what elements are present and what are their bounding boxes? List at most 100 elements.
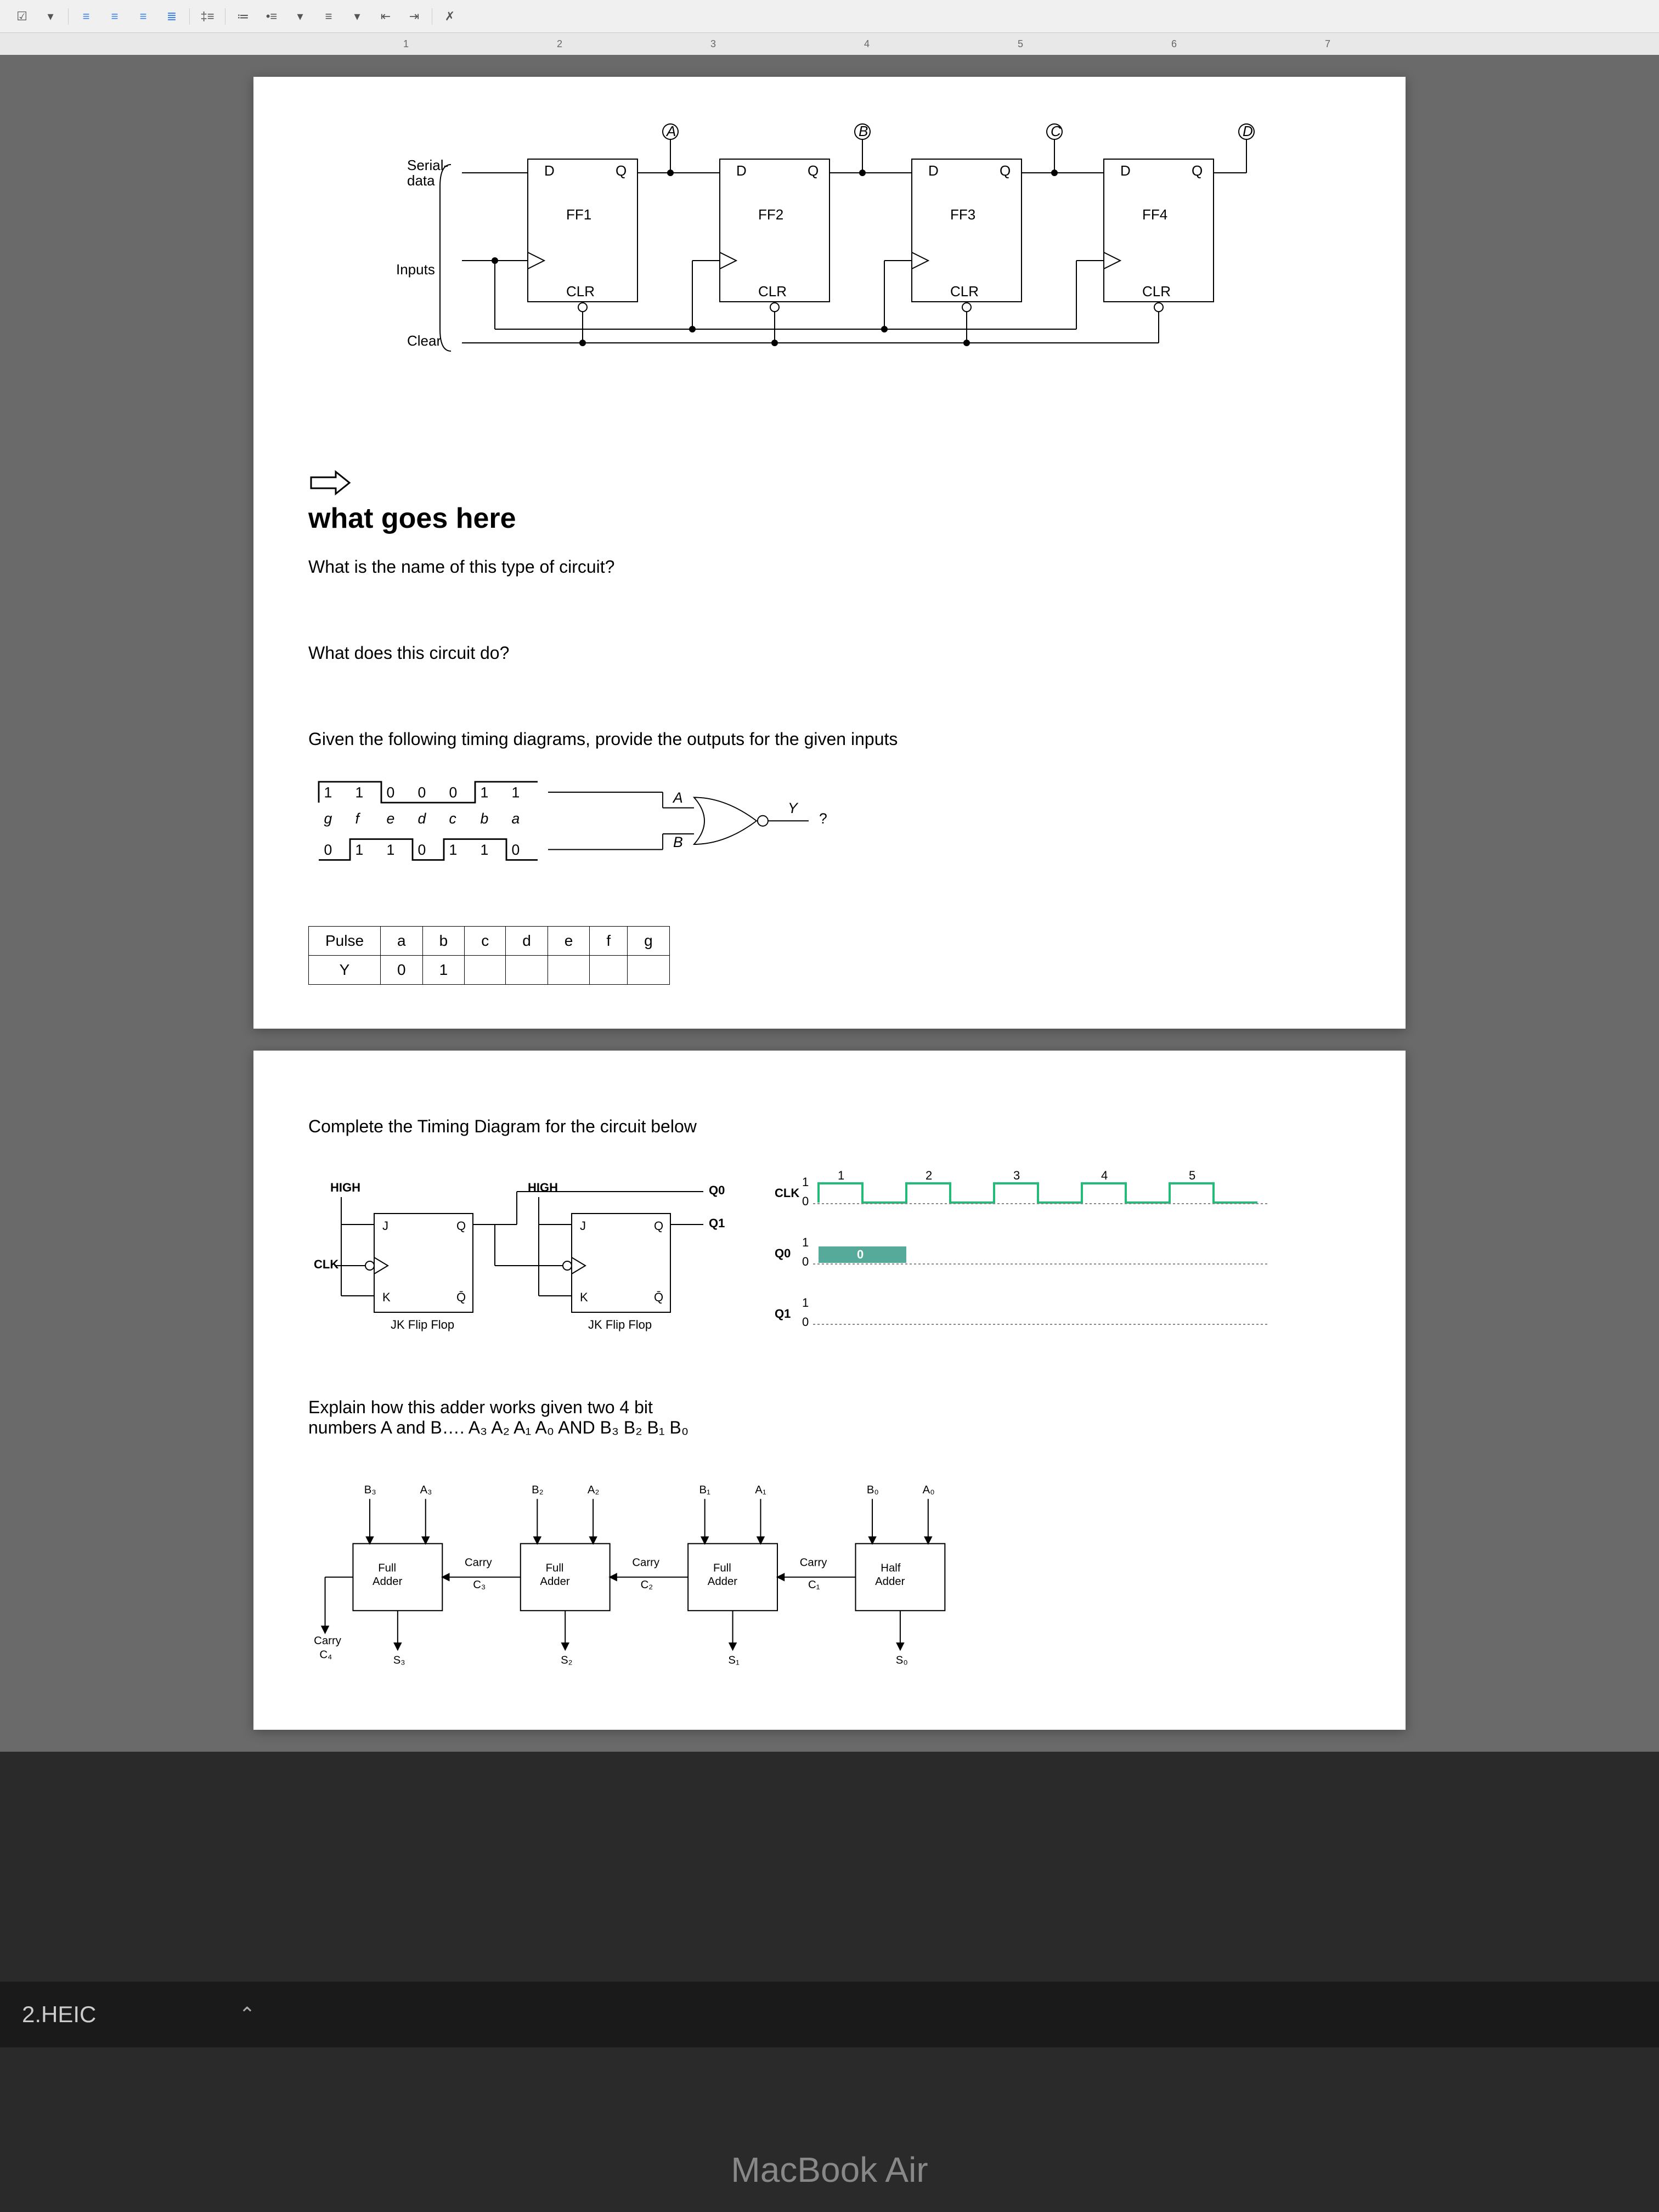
shift-register-diagram: Serial-data Inputs Clear D Q FF1 CLR — [308, 121, 1351, 450]
cell: Y — [309, 956, 381, 985]
timing-gate-diagram: 11 000 11 g f e d c b a 01 10 11 0 A — [308, 771, 1142, 907]
bullet-list-icon[interactable]: •≡ — [261, 5, 283, 27]
device-label: MacBook Air — [731, 2149, 928, 2190]
svg-text:Q0: Q0 — [709, 1183, 725, 1197]
cell: 0 — [381, 956, 423, 985]
svg-text:A₂: A₂ — [588, 1484, 599, 1496]
pulse-table: Pulse a b c d e f g Y 0 1 — [308, 926, 670, 985]
ff3-label: FF3 — [950, 206, 975, 223]
cell: 1 — [422, 956, 465, 985]
svg-text:Q̄: Q̄ — [456, 1290, 466, 1304]
list-icon[interactable]: ≡ — [318, 5, 340, 27]
svg-text:Q0: Q0 — [775, 1246, 791, 1260]
inputs-label: Inputs — [396, 261, 435, 278]
table-row: Pulse a b c d e f g — [309, 927, 670, 956]
dropdown-icon[interactable]: ▾ — [40, 5, 61, 27]
svg-text:D: D — [1243, 123, 1253, 139]
separator — [189, 8, 190, 25]
svg-text:Q1: Q1 — [775, 1307, 791, 1321]
svg-text:e: e — [387, 810, 395, 827]
svg-text:g: g — [324, 810, 332, 827]
svg-text:f: f — [356, 810, 361, 827]
align-center-icon[interactable]: ≡ — [104, 5, 126, 27]
cell — [548, 956, 590, 985]
svg-text:CLK: CLK — [775, 1186, 799, 1200]
question-3: Given the following timing diagrams, pro… — [308, 729, 1351, 749]
svg-text:A: A — [672, 789, 683, 806]
svg-text:CLK: CLK — [314, 1257, 338, 1271]
checklist-icon[interactable]: ☑ — [11, 5, 33, 27]
cell: Pulse — [309, 927, 381, 956]
indent-icon[interactable]: ⇥ — [403, 5, 425, 27]
table-row: Y 0 1 — [309, 956, 670, 985]
clear-label: Clear — [407, 332, 441, 349]
svg-text:A: A — [665, 123, 676, 139]
svg-text:0: 0 — [418, 785, 426, 801]
align-right-icon[interactable]: ≡ — [132, 5, 154, 27]
cell: c — [465, 927, 506, 956]
svg-text:1: 1 — [481, 842, 489, 858]
svg-text:C₂: C₂ — [641, 1579, 653, 1591]
line-spacing-icon[interactable]: ‡≡ — [196, 5, 218, 27]
cell: f — [590, 927, 628, 956]
svg-text:B₁: B₁ — [699, 1484, 711, 1496]
svg-text:a: a — [512, 810, 520, 827]
svg-text:D: D — [736, 162, 747, 179]
svg-text:0: 0 — [802, 1315, 809, 1329]
outdent-icon[interactable]: ⇤ — [375, 5, 397, 27]
svg-text:Q: Q — [1000, 162, 1011, 179]
svg-text:1: 1 — [838, 1169, 844, 1182]
align-left-icon[interactable]: ≡ — [75, 5, 97, 27]
question-5a: Explain how this adder works given two 4… — [308, 1397, 1351, 1418]
svg-text:0: 0 — [387, 785, 395, 801]
svg-text:Q: Q — [456, 1219, 466, 1233]
svg-text:Y: Y — [788, 800, 799, 816]
svg-text:S₁: S₁ — [728, 1655, 740, 1667]
cell: a — [381, 927, 423, 956]
file-bar: 2.HEIC ⌃ — [0, 1982, 1659, 2047]
question-2: What does this circuit do? — [308, 643, 1351, 663]
svg-text:D: D — [928, 162, 939, 179]
svg-text:1: 1 — [802, 1175, 809, 1189]
clear-format-icon[interactable]: ✗ — [439, 5, 461, 27]
svg-text:Q̄: Q̄ — [654, 1290, 663, 1304]
dropdown-icon[interactable]: ▾ — [346, 5, 368, 27]
svg-text:1: 1 — [387, 842, 395, 858]
svg-text:0: 0 — [324, 842, 332, 858]
svg-text:C₁: C₁ — [808, 1579, 820, 1591]
svg-text:c: c — [449, 810, 456, 827]
svg-text:D: D — [1120, 162, 1131, 179]
svg-text:J: J — [382, 1219, 388, 1233]
toolbar: ☑ ▾ ≡ ≡ ≡ ≣ ‡≡ ≔ •≡ ▾ ≡ ▾ ⇤ ⇥ ✗ — [0, 0, 1659, 33]
page-1: Serial-data Inputs Clear D Q FF1 CLR — [253, 77, 1406, 1029]
question-1: What is the name of this type of circuit… — [308, 557, 1351, 577]
ruler-mark: 3 — [636, 38, 790, 50]
svg-text:A₀: A₀ — [923, 1484, 935, 1496]
filename: 2.HEIC — [22, 2001, 96, 2028]
svg-text:1: 1 — [481, 785, 489, 801]
chevron-up-icon[interactable]: ⌃ — [239, 2003, 255, 2026]
ruler-mark: 4 — [790, 38, 944, 50]
svg-text:B₂: B₂ — [532, 1484, 543, 1496]
svg-text:CLR: CLR — [950, 283, 979, 300]
svg-text:Q: Q — [616, 162, 627, 179]
svg-text:C₄: C₄ — [319, 1649, 332, 1661]
svg-text:3: 3 — [1013, 1169, 1020, 1182]
numbered-list-icon[interactable]: ≔ — [232, 5, 254, 27]
svg-text:S₀: S₀ — [896, 1655, 908, 1667]
svg-text:Q: Q — [654, 1219, 663, 1233]
svg-text:0: 0 — [512, 842, 520, 858]
svg-text:B: B — [673, 834, 683, 850]
svg-text:b: b — [481, 810, 489, 827]
svg-text:1: 1 — [449, 842, 458, 858]
svg-text:1: 1 — [356, 842, 364, 858]
callout — [308, 469, 1351, 496]
svg-text:K: K — [580, 1290, 588, 1304]
cell — [465, 956, 506, 985]
svg-text:1: 1 — [356, 785, 364, 801]
svg-text:0: 0 — [449, 785, 458, 801]
svg-text:S₃: S₃ — [393, 1655, 405, 1667]
dropdown-icon[interactable]: ▾ — [289, 5, 311, 27]
svg-text:A₃: A₃ — [420, 1484, 432, 1496]
justify-icon[interactable]: ≣ — [161, 5, 183, 27]
